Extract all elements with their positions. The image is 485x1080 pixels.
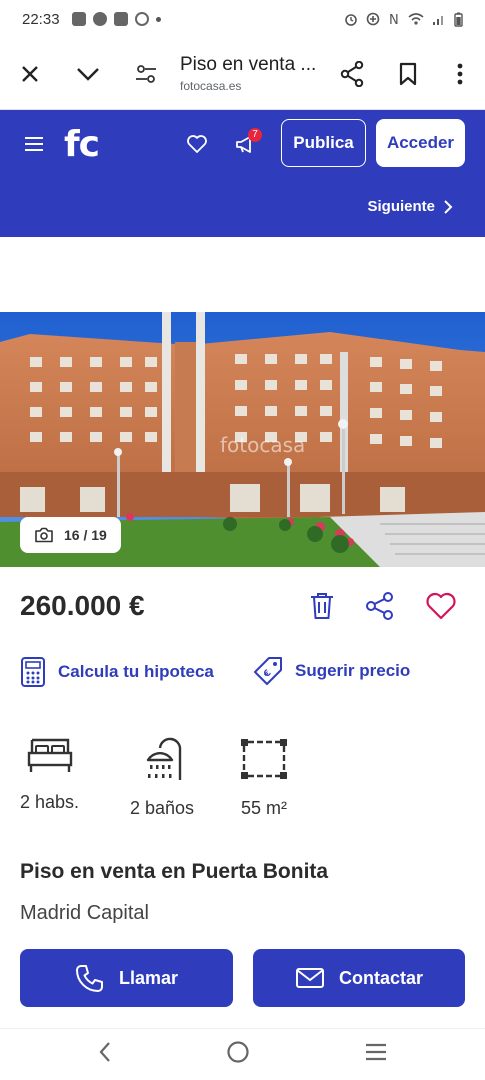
share-listing-button[interactable] bbox=[365, 592, 395, 625]
close-tab-button[interactable] bbox=[0, 38, 60, 110]
publica-button[interactable]: Publica bbox=[281, 119, 366, 167]
bathrooms-label: 2 baños bbox=[129, 798, 195, 818]
call-button[interactable]: Llamar bbox=[20, 949, 233, 1007]
feature-bedrooms: 2 habs. bbox=[20, 736, 79, 813]
more-notifications-icon bbox=[155, 16, 161, 22]
bookmark-icon bbox=[399, 62, 417, 85]
browser-toolbar: Piso en venta ... fotocasa.es bbox=[0, 38, 485, 110]
feature-area: 55 m² bbox=[238, 736, 290, 819]
trash-icon bbox=[311, 593, 333, 619]
app-notification-icon bbox=[71, 12, 86, 26]
feature-bathrooms: 2 baños bbox=[126, 736, 198, 819]
tune-icon bbox=[136, 64, 156, 83]
wifi-icon bbox=[408, 13, 424, 25]
listing-price: 260.000 € bbox=[20, 590, 145, 621]
price-actions bbox=[309, 592, 457, 625]
alarm-icon bbox=[345, 14, 357, 26]
acceder-button[interactable]: Acceder bbox=[376, 119, 465, 167]
siguiente-link[interactable]: Siguiente bbox=[367, 198, 453, 215]
discard-button[interactable] bbox=[309, 592, 335, 625]
site-settings-button[interactable] bbox=[116, 38, 176, 110]
calculate-mortgage-label: Calcula tu hipoteca bbox=[58, 662, 214, 681]
share-icon bbox=[340, 60, 364, 87]
mail-notification-icon bbox=[113, 12, 128, 26]
svg-text:N: N bbox=[389, 13, 399, 26]
bookmark-button[interactable] bbox=[381, 38, 435, 110]
call-button-label: Llamar bbox=[118, 967, 179, 988]
notifications-button[interactable]: 7 bbox=[235, 128, 262, 159]
signal-icon bbox=[433, 16, 443, 25]
minimize-tab-button[interactable] bbox=[60, 38, 116, 110]
status-time: 22:33 bbox=[22, 10, 60, 28]
shower-icon bbox=[146, 737, 182, 780]
fotocasa-logo[interactable]: fc bbox=[64, 124, 100, 165]
menu-button[interactable] bbox=[24, 136, 44, 157]
site-header: fc 7 Publica Acceder Siguiente bbox=[0, 110, 485, 237]
status-system-icons: N bbox=[344, 12, 463, 27]
area-label: 55 m² bbox=[240, 798, 287, 818]
system-home-button[interactable] bbox=[226, 1040, 250, 1069]
app2-notification-icon bbox=[134, 12, 149, 26]
status-bar: 22:33 N bbox=[0, 0, 485, 38]
contact-button-label: Contactar bbox=[338, 967, 423, 988]
share-icon bbox=[366, 592, 393, 620]
system-navigation-bar bbox=[0, 1028, 485, 1080]
photo-counter-text: 16 / 19 bbox=[64, 527, 107, 543]
area-icon bbox=[241, 739, 287, 779]
listing-title: Piso en venta en Puerta Bonita bbox=[20, 860, 329, 883]
back-icon bbox=[99, 1042, 110, 1062]
heart-icon bbox=[426, 592, 456, 620]
notification-badge: 7 bbox=[248, 128, 262, 142]
page-title: Piso en venta ... bbox=[180, 54, 317, 75]
bedrooms-label: 2 habs. bbox=[20, 792, 80, 812]
mail-icon bbox=[295, 968, 324, 988]
suggest-price-label: Sugerir precio bbox=[295, 661, 411, 680]
uber-notification-icon bbox=[92, 12, 107, 26]
contact-button[interactable]: Contactar bbox=[253, 949, 465, 1007]
battery-icon bbox=[454, 12, 463, 27]
nfc-icon: N bbox=[389, 13, 399, 26]
calculate-mortgage-link[interactable]: Calcula tu hipoteca bbox=[20, 656, 214, 688]
listing-photo[interactable]: fotocasa 16 / 19 bbox=[0, 312, 485, 567]
heart-outline-icon bbox=[187, 135, 207, 153]
system-recents-button[interactable] bbox=[364, 1042, 388, 1067]
hamburger-icon bbox=[25, 137, 43, 151]
url-bar[interactable]: Piso en venta ... fotocasa.es bbox=[176, 54, 323, 93]
favorites-button[interactable] bbox=[186, 134, 208, 159]
photo-counter[interactable]: 16 / 19 bbox=[20, 517, 121, 553]
home-circle-icon bbox=[227, 1041, 250, 1063]
more-vert-icon bbox=[457, 63, 463, 84]
siguiente-label: Siguiente bbox=[367, 198, 435, 215]
listing-location: Madrid Capital bbox=[20, 902, 149, 924]
close-icon bbox=[22, 65, 38, 82]
bed-icon bbox=[27, 738, 72, 772]
page-host: fotocasa.es bbox=[180, 79, 242, 93]
chevron-down-icon bbox=[77, 67, 99, 81]
calculator-icon bbox=[21, 657, 45, 687]
phone-icon bbox=[75, 965, 103, 992]
photo-watermark: fotocasa bbox=[220, 433, 305, 457]
system-back-button[interactable] bbox=[97, 1041, 113, 1068]
suggest-price-link[interactable]: € Sugerir precio bbox=[253, 656, 410, 686]
chevron-right-icon bbox=[444, 199, 453, 214]
status-notification-icons bbox=[71, 12, 161, 26]
favorite-listing-button[interactable] bbox=[425, 592, 457, 625]
camera-icon bbox=[35, 527, 53, 543]
more-options-button[interactable] bbox=[435, 38, 485, 110]
share-button[interactable] bbox=[323, 38, 381, 110]
price-tag-icon: € bbox=[254, 657, 282, 685]
data-saver-icon bbox=[366, 12, 380, 26]
recents-icon bbox=[366, 1043, 387, 1061]
